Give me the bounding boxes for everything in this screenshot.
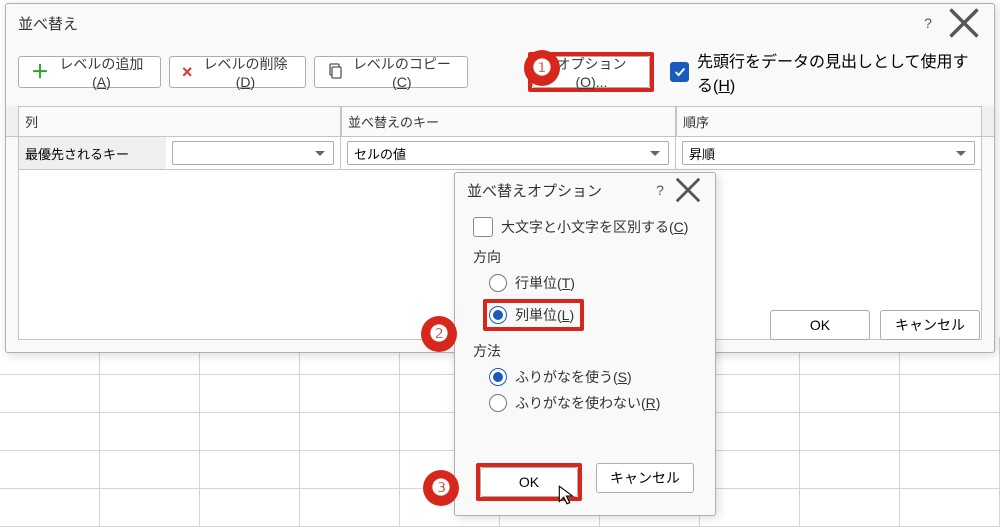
- case-sensitive-label: 大文字と小文字を区別する(C): [501, 217, 688, 237]
- sort-level-row: 最優先されるキー セルの値 昇順: [6, 137, 994, 170]
- column-select-cell: [166, 137, 341, 170]
- help-button[interactable]: ?: [910, 8, 946, 38]
- sort-dialog-titlebar: 並べ替え ?: [6, 4, 994, 42]
- options-help-button[interactable]: ?: [647, 175, 673, 205]
- checkbox-checked-icon: [670, 62, 689, 82]
- order-cell: 昇順: [676, 137, 982, 170]
- add-level-button[interactable]: ＋ レベルの追加(A): [18, 56, 161, 88]
- col-header-order: 順序: [676, 106, 982, 136]
- options-ok-button[interactable]: OK: [480, 467, 578, 497]
- direction-section-label: 方向: [473, 247, 697, 267]
- col-header-column: 列: [18, 106, 341, 136]
- callout-3: ❸: [423, 470, 459, 506]
- radio-unchecked-icon: [489, 394, 507, 412]
- header-row-checkbox-row[interactable]: 先頭行をデータの見出しとして使用する(H): [670, 48, 982, 96]
- sort-column-headers: 列 並べ替えのキー 順序: [6, 106, 994, 137]
- copy-level-button[interactable]: レベルのコピー(C): [314, 56, 469, 88]
- sort-dialog-title: 並べ替え: [18, 13, 910, 34]
- options-dialog-titlebar: 並べ替えオプション ?: [455, 173, 715, 207]
- direction-row-radio[interactable]: 行単位(T): [489, 273, 697, 293]
- radio-checked-icon: [489, 368, 507, 386]
- main-dialog-buttons: OK キャンセル: [770, 310, 980, 340]
- delete-level-button[interactable]: × レベルの削除(D): [169, 56, 306, 88]
- options-dialog-buttons: OK キャンセル: [455, 463, 715, 501]
- method-no-furigana-radio[interactable]: ふりがなを使わない(R): [489, 393, 697, 413]
- sort-on-cell: セルの値: [341, 137, 676, 170]
- direction-col-highlight: 列単位(L): [483, 299, 584, 331]
- main-cancel-button[interactable]: キャンセル: [880, 310, 980, 340]
- options-ok-highlight: OK: [476, 463, 582, 501]
- col-header-key: 並べ替えのキー: [341, 106, 676, 136]
- method-furigana-label: ふりがなを使う(S): [515, 367, 632, 387]
- callout-1: ❶: [524, 50, 560, 86]
- radio-unchecked-icon: [489, 274, 507, 292]
- callout-2: ❷: [421, 316, 457, 352]
- options-cancel-button[interactable]: キャンセル: [596, 463, 694, 493]
- method-section-label: 方法: [473, 341, 697, 361]
- case-sensitive-checkbox[interactable]: 大文字と小文字を区別する(C): [473, 217, 697, 237]
- checkbox-unchecked-icon: [473, 217, 493, 237]
- radio-checked-icon: [489, 306, 507, 324]
- sort-toolbar: ＋ レベルの追加(A) × レベルの削除(D) レベルのコピー(C) オプション…: [6, 42, 994, 106]
- main-ok-button[interactable]: OK: [770, 310, 870, 340]
- sort-options-dialog: 並べ替えオプション ? 大文字と小文字を区別する(C) 方向 行単位(T) 列単…: [454, 172, 716, 516]
- x-icon: ×: [182, 63, 193, 81]
- order-select[interactable]: 昇順: [682, 141, 975, 165]
- direction-row-label: 行単位(T): [515, 273, 575, 293]
- copy-icon: [327, 63, 343, 82]
- close-button[interactable]: [946, 8, 982, 38]
- options-close-button[interactable]: [673, 175, 703, 205]
- options-body: 大文字と小文字を区別する(C) 方向 行単位(T) 列単位(L) 方法 ふりがな…: [455, 207, 715, 429]
- direction-col-radio[interactable]: 列単位(L): [489, 305, 574, 325]
- method-no-furigana-label: ふりがなを使わない(R): [515, 393, 660, 413]
- options-dialog-title: 並べ替えオプション: [467, 180, 647, 201]
- plus-icon: ＋: [31, 63, 49, 81]
- sort-on-select[interactable]: セルの値: [347, 141, 669, 165]
- column-select[interactable]: [172, 141, 334, 165]
- header-row-label: 先頭行をデータの見出しとして使用する(H): [697, 48, 982, 96]
- primary-key-label: 最優先されるキー: [18, 137, 166, 170]
- direction-col-label: 列単位(L): [515, 305, 574, 325]
- method-furigana-radio[interactable]: ふりがなを使う(S): [489, 367, 697, 387]
